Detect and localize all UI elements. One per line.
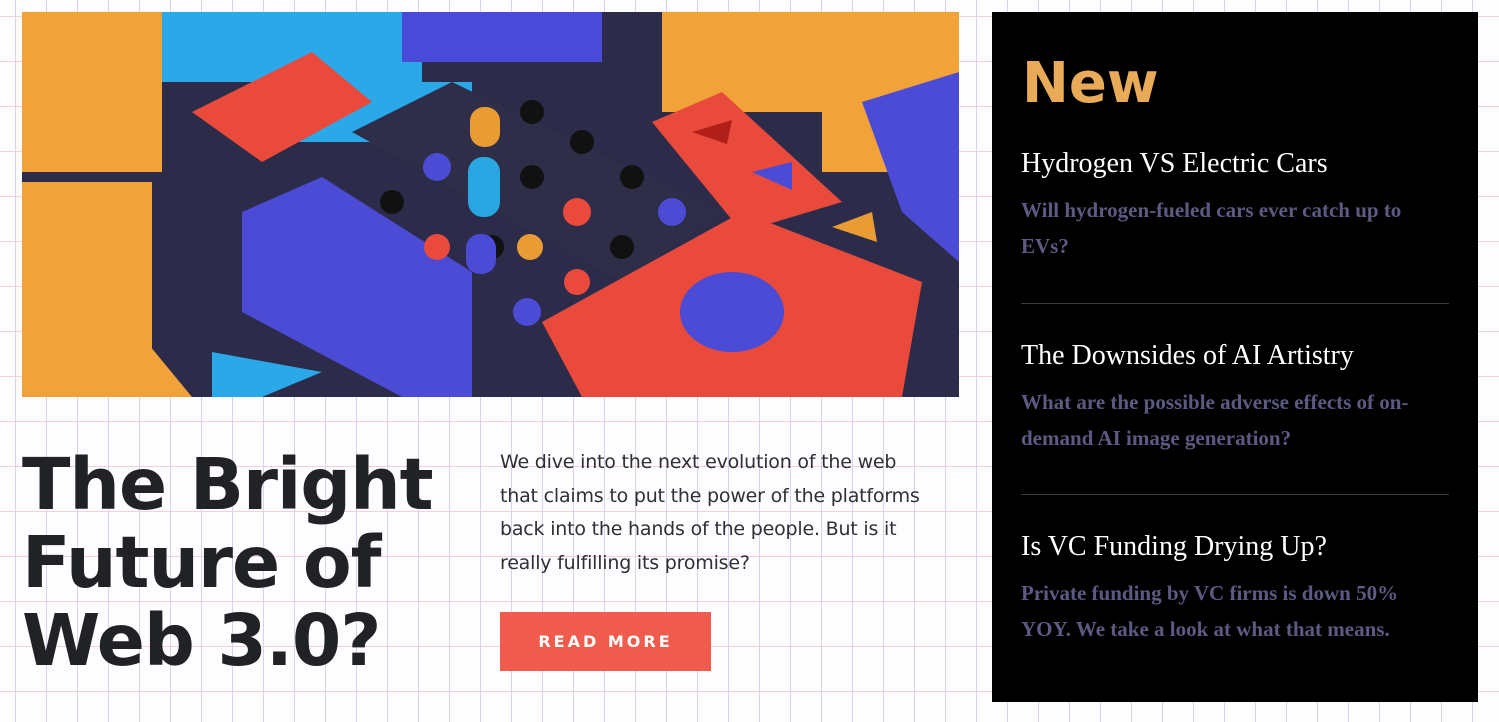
- news-item-title[interactable]: Hydrogen VS Electric Cars: [1021, 148, 1449, 180]
- news-item-title[interactable]: The Downsides of AI Artistry: [1021, 340, 1449, 372]
- divider: [1021, 303, 1449, 304]
- abstract-blocks-illustration: [22, 12, 959, 397]
- news-item-summary: Private funding by VC firms is down 50% …: [1021, 581, 1399, 641]
- news-item-title[interactable]: Is VC Funding Drying Up?: [1021, 531, 1449, 563]
- news-item-summary: What are the possible adverse effects of…: [1021, 390, 1409, 450]
- news-item[interactable]: Hydrogen VS Electric Cars Will hydrogen-…: [1021, 148, 1449, 264]
- news-item[interactable]: The Downsides of AI Artistry What are th…: [1021, 340, 1449, 456]
- read-more-button[interactable]: READ MORE: [500, 612, 711, 671]
- news-item-summary: Will hydrogen-fueled cars ever catch up …: [1021, 198, 1402, 258]
- new-articles-sidebar: New Hydrogen VS Electric Cars Will hydro…: [992, 12, 1478, 702]
- featured-description: We dive into the next evolution of the w…: [500, 451, 920, 574]
- sidebar-title: New: [1022, 51, 1159, 116]
- featured-headline: The Bright Future of Web 3.0?: [22, 443, 434, 682]
- divider: [1021, 494, 1449, 495]
- news-item[interactable]: Is VC Funding Drying Up? Private funding…: [1021, 531, 1449, 647]
- hero-image: [22, 12, 959, 397]
